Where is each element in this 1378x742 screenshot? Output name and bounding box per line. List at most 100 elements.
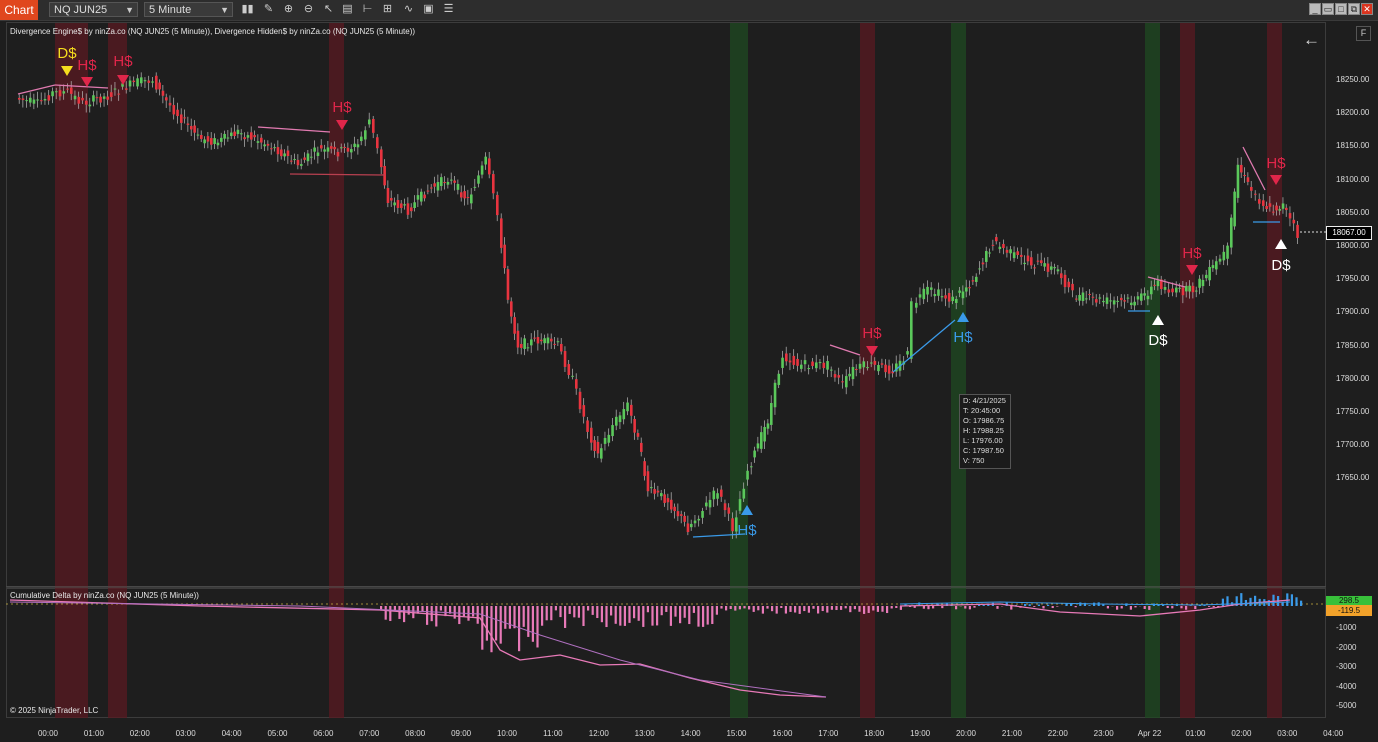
candle-body [161, 90, 165, 96]
candle-body [666, 498, 670, 503]
candle-body [473, 186, 477, 188]
candle-body [193, 125, 196, 133]
candle-body [1053, 267, 1056, 269]
candle-body [430, 187, 433, 189]
delta-bar [495, 606, 498, 641]
delta-bar [577, 606, 580, 618]
candle-body [296, 159, 300, 166]
divergence-line [829, 344, 861, 356]
candle-body [800, 364, 803, 369]
candle-body [760, 432, 763, 449]
delta-bar [807, 606, 810, 613]
tooltip-close: C: 17987.50 [963, 446, 1004, 455]
candle-body [845, 376, 848, 388]
candle-body [1258, 199, 1261, 204]
price-tick-label: 18000.00 [1336, 241, 1370, 250]
delta-bar [752, 606, 755, 612]
signal-label: D$ [57, 45, 77, 62]
candle-body [991, 244, 995, 246]
candle-body [420, 191, 423, 202]
delta-bar [531, 606, 534, 642]
candle-body [436, 182, 440, 191]
candle-body [18, 97, 21, 100]
price-tick-label: 17950.00 [1336, 274, 1370, 284]
candle-body [887, 365, 891, 374]
candle-body [1088, 293, 1091, 295]
candle-body [81, 97, 84, 101]
time-tick-label: 02:00 [1231, 729, 1252, 738]
signal-label: H$ [862, 325, 882, 342]
delta-bar [646, 606, 649, 613]
time-tick-label: 14:00 [680, 729, 701, 738]
candle-body [1201, 279, 1205, 287]
time-tick-label: 04:00 [221, 729, 242, 738]
candle-body [1026, 255, 1030, 262]
candle-body [830, 369, 833, 371]
back-arrow-icon[interactable]: ← [1303, 30, 1320, 50]
candle-body [922, 288, 926, 300]
delta-bar [1033, 606, 1036, 607]
signal-label: H$ [953, 329, 973, 346]
delta-bar [660, 606, 663, 616]
candle-body [95, 97, 99, 99]
delta-bar [490, 606, 493, 653]
candle-body [630, 404, 633, 416]
candle-body [276, 147, 280, 155]
delta-bar [1047, 604, 1050, 606]
candle-body [553, 343, 556, 345]
candle-body [406, 203, 410, 215]
delta-bar [665, 606, 668, 612]
candle-body [582, 405, 586, 417]
candle-body [1222, 251, 1226, 261]
candle-body [176, 109, 179, 117]
delta-bar [610, 606, 613, 616]
candle-body [1275, 205, 1278, 211]
candle-body [310, 156, 313, 158]
candle-body [906, 351, 909, 355]
time-tick-label: 12:00 [588, 729, 609, 738]
f-button[interactable]: F [1356, 26, 1371, 41]
candle-body [877, 364, 880, 372]
candle-body [470, 194, 473, 204]
candle-body [25, 100, 28, 102]
candle-body [263, 144, 266, 147]
candle-body [273, 147, 276, 149]
candle-body [603, 437, 607, 444]
candle-body [113, 88, 117, 90]
candle-body [1146, 295, 1150, 300]
candle-body [727, 507, 731, 514]
candle-body [43, 99, 47, 101]
candle-body [611, 425, 614, 437]
candle-body [742, 488, 746, 499]
candle-body [333, 146, 336, 150]
candle-body [77, 96, 81, 104]
delta-bar [1194, 606, 1197, 610]
candle-body [1126, 297, 1130, 299]
candle-body [884, 364, 887, 373]
candle-body [1226, 245, 1229, 259]
time-tick-label: 15:00 [726, 729, 747, 738]
time-tick-label: 22:00 [1047, 729, 1068, 738]
delta-bar [1295, 597, 1298, 606]
candle-body [596, 441, 600, 454]
candle-body [1205, 274, 1208, 279]
candle-body [947, 292, 951, 302]
delta-bar [761, 606, 764, 614]
delta-bar [692, 606, 695, 613]
delta-bar [927, 606, 930, 610]
candle-body [1272, 211, 1275, 213]
candle-body [523, 338, 526, 349]
candle-body [250, 132, 253, 140]
candle-body [937, 289, 940, 296]
time-tick-label: 16:00 [772, 729, 793, 738]
candle-body [781, 357, 784, 368]
delta-bar [1143, 606, 1146, 609]
candle-body [841, 381, 844, 383]
candle-body [1016, 251, 1020, 256]
candle-body [200, 135, 203, 139]
candle-body [640, 442, 643, 452]
delta-bar [867, 606, 870, 613]
candle-body [1036, 260, 1040, 262]
delta-bar [853, 606, 856, 610]
delta-bar [881, 606, 884, 612]
